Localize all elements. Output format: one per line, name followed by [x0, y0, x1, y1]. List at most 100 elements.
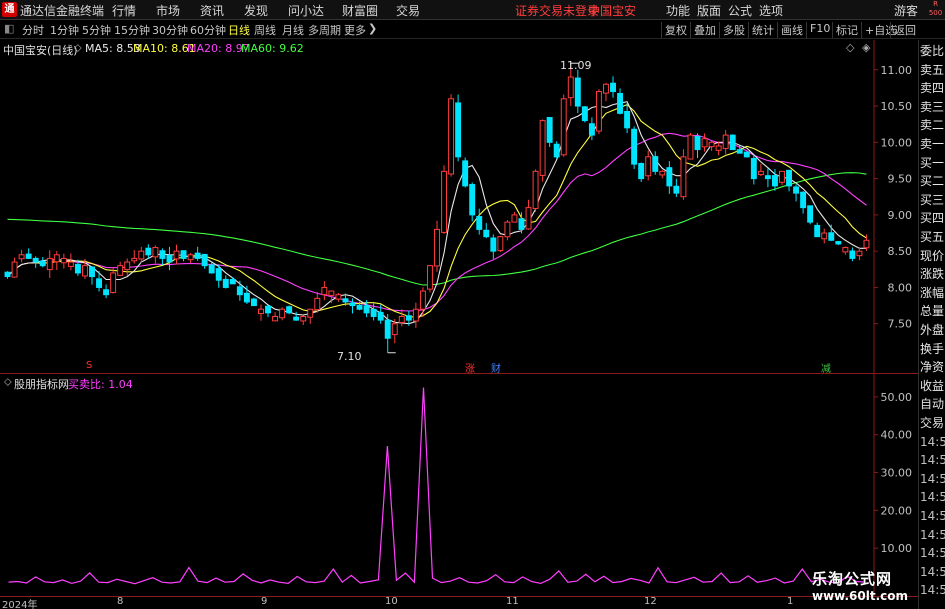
sidebar-item[interactable]: 委比 [920, 42, 945, 60]
candle-up [441, 170, 448, 233]
marker-rise[interactable]: 涨 [465, 360, 475, 375]
period-tab[interactable]: 1分钟 [50, 22, 79, 38]
menu-news[interactable]: 资讯 [200, 2, 224, 19]
multi-stock-button[interactable]: 多股 [719, 22, 748, 38]
indicator-settings-icon[interactable]: ⬦ [4, 375, 12, 389]
sidebar-item[interactable]: 买三 [920, 191, 945, 209]
period-collapse-icon[interactable]: ◧ [4, 22, 14, 35]
sidebar-item[interactable]: 卖三 [920, 98, 945, 116]
collapse-icon[interactable]: ◈ [862, 41, 870, 54]
period-tab[interactable]: 周线 [254, 22, 276, 38]
sidebar-item[interactable]: 换手 [920, 340, 945, 358]
sidebar-item[interactable]: 收益 [920, 377, 945, 395]
candle-up [715, 145, 722, 151]
period-tab[interactable]: 分时 [22, 22, 44, 38]
adjust-button[interactable]: 复权 [661, 22, 690, 38]
f10-button[interactable]: F10 [806, 22, 833, 38]
sidebar-item[interactable]: 14:56 [920, 470, 945, 488]
period-tab[interactable]: 多周期 [308, 22, 341, 38]
price-tick-label: 8.00 [888, 281, 913, 294]
candle-down [349, 302, 356, 307]
candle-up [187, 254, 194, 261]
period-tab-more[interactable]: 更多 [344, 22, 366, 38]
sidebar-item[interactable]: 涨跌 [920, 265, 945, 283]
candle-up [539, 120, 546, 176]
menu-markets[interactable]: 市场 [156, 2, 180, 19]
sidebar-item[interactable]: 外盘 [920, 321, 945, 339]
indicator-tick-label: 30.00 [881, 467, 913, 480]
overlay-button[interactable]: 叠加 [690, 22, 719, 38]
settings-diamond-icon[interactable]: ⬦ [74, 41, 82, 55]
stats-button[interactable]: 统计 [748, 22, 777, 38]
kline-chart[interactable]: 7.50 8.00 8.50 9.00 9.50 10.00 10.50 11.00 [0, 40, 918, 374]
menu-function[interactable]: 功能 [666, 2, 690, 19]
sidebar-item[interactable]: 买四 [920, 209, 945, 227]
menu-market[interactable]: 行情 [112, 2, 136, 19]
sidebar-item[interactable]: 总量 [920, 302, 945, 320]
sidebar-item[interactable]: 交易 [920, 414, 945, 432]
indicator-chart[interactable]: 10.00 20.00 30.00 40.00 50.00 [0, 374, 918, 596]
candle-up [67, 261, 74, 267]
candle-up [821, 232, 828, 240]
menu-options[interactable]: 选项 [759, 2, 783, 19]
sidebar-item[interactable]: 14:56 [920, 488, 945, 506]
menu-layout[interactable]: 版面 [697, 2, 721, 19]
diamond-icon[interactable]: ◇ [846, 41, 854, 54]
login-notice[interactable]: 证券交易未登录 [515, 2, 599, 19]
sidebar-item[interactable]: 自动 [920, 395, 945, 413]
sidebar-item[interactable]: 净资 [920, 358, 945, 376]
ma60-legend: MA60: 9.62 [241, 42, 304, 55]
period-tab-active[interactable]: 日线 [228, 22, 250, 38]
sidebar-item[interactable]: 14:56 [920, 433, 945, 451]
menu-trade[interactable]: 交易 [396, 2, 420, 19]
sidebar-item[interactable]: 14:56 [920, 581, 945, 599]
period-tab[interactable]: 60分钟 [190, 22, 226, 38]
candle-down [581, 106, 588, 122]
menu-wealth[interactable]: 财富圈 [342, 2, 378, 19]
sidebar-item[interactable]: 14:56 [920, 507, 945, 525]
period-tab[interactable]: 月线 [282, 22, 304, 38]
back-button[interactable]: 返回 [890, 22, 919, 38]
period-tab[interactable]: 15分钟 [114, 22, 150, 38]
price-tick-label: 9.00 [888, 209, 913, 222]
chevron-right-icon[interactable]: ❯ [368, 22, 377, 35]
sidebar-item[interactable]: 卖二 [920, 116, 945, 134]
menu-formula[interactable]: 公式 [728, 2, 752, 19]
sidebar-item[interactable]: 买二 [920, 172, 945, 190]
sidebar-item[interactable]: 买一 [920, 154, 945, 172]
candle-down [462, 160, 469, 187]
marker-s[interactable]: S [86, 360, 92, 371]
candle-down [828, 232, 835, 241]
sidebar-item[interactable]: 14:56 [920, 451, 945, 469]
menu-ask[interactable]: 问小达 [288, 2, 324, 19]
candle-down [455, 102, 462, 158]
sidebar-item[interactable]: 卖一 [920, 135, 945, 153]
mark-button[interactable]: 标记 [832, 22, 861, 38]
candle-up [46, 257, 53, 271]
sidebar-item[interactable]: 卖四 [920, 79, 945, 97]
candle-up [708, 141, 715, 148]
marker-finance[interactable]: 财 [491, 360, 501, 375]
draw-button[interactable]: 画线 [777, 22, 806, 38]
candle-up [60, 257, 67, 264]
sidebar-item[interactable]: 14:56 [920, 563, 945, 581]
user-label[interactable]: 游客 [894, 2, 918, 19]
candles [4, 62, 870, 354]
sidebar-item[interactable]: 涨幅 [920, 284, 945, 302]
period-tab[interactable]: 5分钟 [82, 22, 111, 38]
marker-reduce[interactable]: 减 [821, 360, 831, 375]
sidebar-item[interactable]: 买五 [920, 228, 945, 246]
ma5-polyline [7, 101, 867, 325]
sidebar-item[interactable]: 14:56 [920, 544, 945, 562]
candle-up [659, 170, 666, 176]
sidebar-item[interactable]: 现价 [920, 247, 945, 265]
indicator-polyline [8, 387, 866, 585]
sidebar-item[interactable]: 14:56 [920, 526, 945, 544]
candle-down [610, 82, 616, 93]
ma10-polyline [7, 103, 867, 318]
menu-discover[interactable]: 发现 [244, 2, 268, 19]
period-tab[interactable]: 30分钟 [152, 22, 188, 38]
candle-down [617, 92, 624, 114]
candle-down [736, 149, 743, 154]
sidebar-item[interactable]: 卖五 [920, 61, 945, 79]
